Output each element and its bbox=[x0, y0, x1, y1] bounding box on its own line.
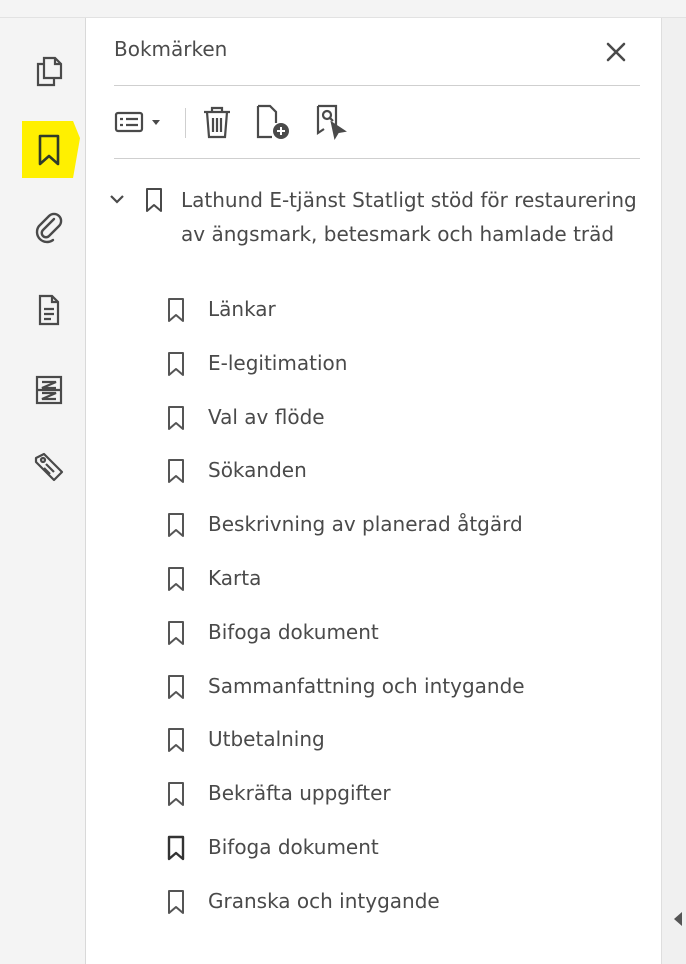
close-button[interactable] bbox=[601, 37, 631, 67]
toolbar-divider bbox=[114, 158, 640, 159]
tag-icon[interactable] bbox=[30, 448, 68, 486]
bookmark-item[interactable]: E-legitimation bbox=[166, 344, 646, 384]
bookmark-icon bbox=[168, 406, 184, 430]
bookmark-item[interactable]: Länkar bbox=[166, 290, 646, 330]
bookmark-label: Bifoga dokument bbox=[208, 620, 379, 644]
panel-title: Bokmärken bbox=[114, 37, 228, 61]
bookmark-icon bbox=[168, 782, 184, 806]
bookmark-item[interactable]: Granska och intygande bbox=[166, 882, 646, 922]
bookmark-item[interactable]: Utbetalning bbox=[166, 720, 646, 760]
find-current-bookmark-button[interactable] bbox=[314, 102, 354, 142]
toolbar-separator bbox=[185, 108, 186, 138]
options-list-icon bbox=[114, 111, 144, 133]
delete-bookmark-button[interactable] bbox=[200, 102, 234, 142]
bookmark-item[interactable]: Karta bbox=[166, 559, 646, 599]
panel-resize-strip[interactable] bbox=[661, 18, 686, 964]
bookmark-item[interactable]: Sökanden bbox=[166, 451, 646, 491]
dropdown-caret-icon[interactable] bbox=[150, 117, 162, 127]
bookmark-icon[interactable] bbox=[30, 131, 68, 169]
bookmark-icon bbox=[168, 459, 184, 483]
bookmark-label: Utbetalning bbox=[208, 727, 325, 751]
header-divider bbox=[114, 85, 640, 86]
bookmark-item[interactable]: Beskrivning av planerad åtgärd bbox=[166, 505, 646, 545]
bookmark-label: Bekräfta uppgifter bbox=[208, 781, 391, 805]
bookmark-item[interactable]: Bifoga dokument bbox=[166, 828, 646, 868]
bookmark-label: Karta bbox=[208, 566, 262, 590]
attachment-icon[interactable] bbox=[30, 208, 68, 246]
chevron-down-icon[interactable] bbox=[108, 193, 126, 205]
bookmark-icon bbox=[167, 835, 185, 861]
page-thumbnails-icon[interactable] bbox=[30, 52, 68, 90]
bookmark-item[interactable]: Bifoga dokument bbox=[166, 613, 646, 653]
bookmark-icon bbox=[168, 728, 184, 752]
bookmark-parent-label: Lathund E-tjänst Statligt stöd för resta… bbox=[181, 188, 637, 246]
options-list-button[interactable] bbox=[114, 102, 162, 142]
bookmark-icon bbox=[146, 188, 162, 212]
bookmark-label: Granska och intygande bbox=[208, 889, 440, 913]
compare-icon[interactable] bbox=[30, 371, 68, 409]
bookmark-label: E-legitimation bbox=[208, 351, 348, 375]
bookmark-label: Beskrivning av planerad åtgärd bbox=[208, 512, 523, 536]
bookmark-item[interactable]: Val av flöde bbox=[166, 398, 646, 438]
find-bookmark-icon bbox=[316, 104, 347, 140]
bookmark-icon bbox=[168, 352, 184, 376]
bookmark-icon bbox=[168, 890, 184, 914]
document-icon[interactable] bbox=[30, 291, 68, 329]
bookmark-icon bbox=[168, 298, 184, 322]
bookmark-icon bbox=[168, 621, 184, 645]
collapse-arrow-icon[interactable] bbox=[674, 912, 682, 926]
bookmark-label: Bifoga dokument bbox=[208, 835, 379, 859]
bookmark-icon bbox=[168, 675, 184, 699]
close-icon bbox=[606, 42, 626, 62]
bookmark-label: Sammanfattning och intygande bbox=[208, 674, 525, 698]
new-bookmark-icon bbox=[256, 104, 289, 139]
bookmark-label: Länkar bbox=[208, 297, 276, 321]
bookmark-item[interactable]: Bekräfta uppgifter bbox=[166, 774, 646, 814]
bookmark-item[interactable]: Sammanfattning och intygande bbox=[166, 667, 646, 707]
new-bookmark-button[interactable] bbox=[254, 102, 294, 142]
bookmark-label: Val av flöde bbox=[208, 405, 325, 429]
bookmark-icon bbox=[168, 513, 184, 537]
bookmark-icon bbox=[168, 567, 184, 591]
delete-trash-icon bbox=[204, 106, 230, 139]
bookmark-label: Sökanden bbox=[208, 458, 307, 482]
left-navigation-rail bbox=[11, 18, 86, 964]
bookmarks-panel: Bokmärken Lathund E-tjänst Statligt stöd… bbox=[86, 18, 661, 964]
